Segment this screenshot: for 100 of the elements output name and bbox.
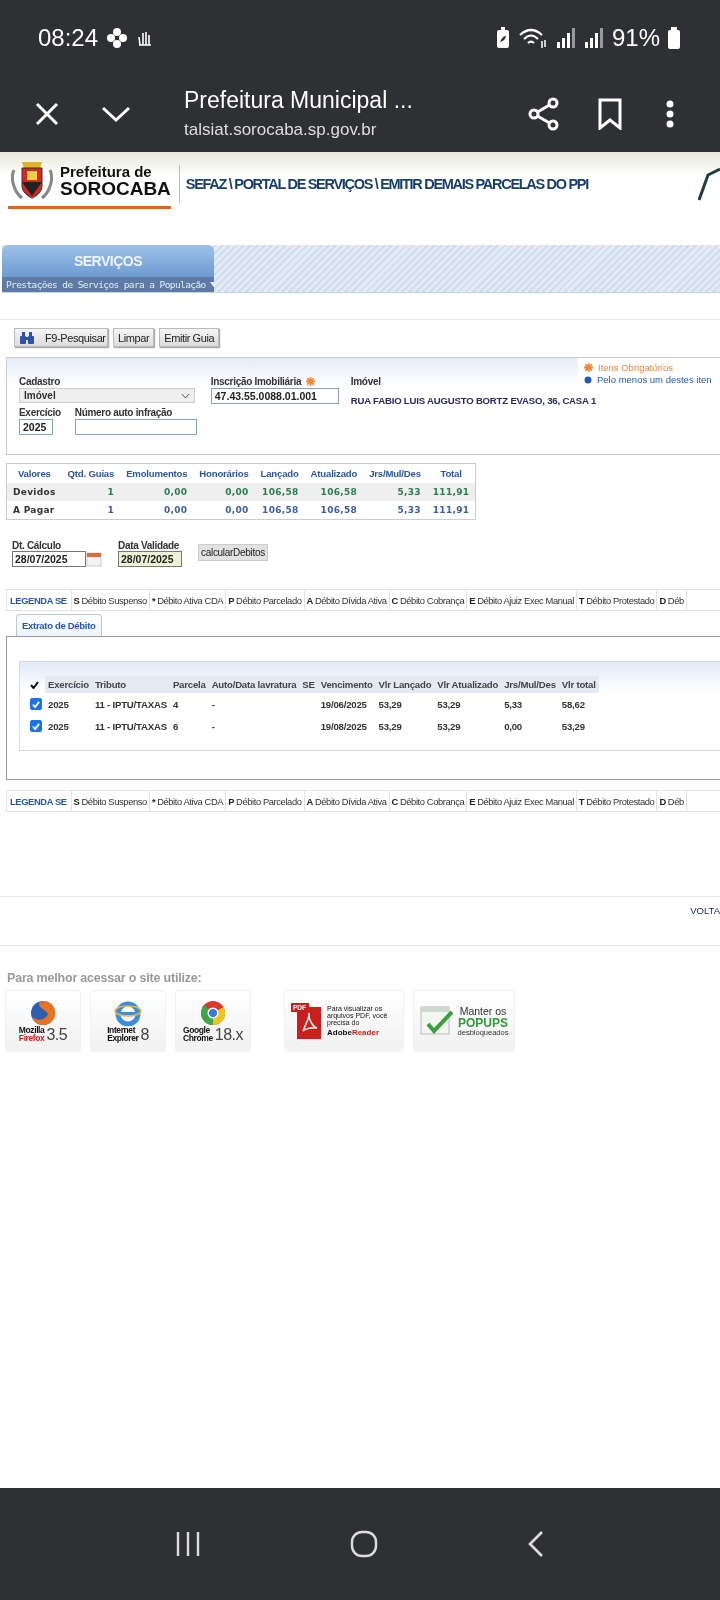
row-checkbox[interactable] — [30, 720, 42, 732]
legend-code: E — [469, 795, 476, 807]
recent-apps-button[interactable] — [174, 1531, 201, 1557]
date-field[interactable]: 28/07/2025 — [118, 551, 182, 567]
column-header: Lançado — [254, 463, 305, 483]
table-cell: 2025 — [48, 720, 69, 732]
inscricao-field[interactable]: 47.43.55.0088.01.001 — [210, 388, 339, 404]
table-cell: 53,29 — [437, 698, 461, 710]
legend-text: Débito Parcelado — [236, 795, 302, 807]
table-cell: 5,33 — [504, 698, 522, 710]
legend-code: P — [228, 594, 234, 606]
version-text: 3.5 — [46, 1026, 68, 1043]
table-cell: 4 — [172, 698, 178, 710]
close-button[interactable] — [34, 100, 60, 127]
signal-icon — [555, 27, 576, 48]
home-button[interactable] — [350, 1530, 378, 1558]
table-cell: 19/06/2025 — [320, 698, 367, 710]
column-header: Tributo — [91, 676, 170, 693]
column-header: Valores — [6, 463, 62, 483]
toolbar-button[interactable]: Emitir Guia — [159, 328, 220, 347]
table-cell: - — [211, 698, 215, 710]
exercicio-field[interactable]: 2025 — [19, 419, 53, 435]
more-icon — [666, 99, 674, 128]
column-header: Vlr Atualizado — [434, 676, 502, 693]
tab[interactable]: Extrato de Débito — [16, 614, 102, 636]
more-button[interactable] — [666, 99, 674, 128]
table-cell: 58,62 — [561, 698, 585, 710]
column-header: Vencimento — [317, 676, 376, 693]
globe-fox-icon — [30, 999, 56, 1026]
badge-text: Google — [183, 1025, 210, 1034]
recent-apps-icon — [174, 1531, 201, 1557]
search-button[interactable]: F9-Pesquisar — [14, 328, 108, 347]
column-header: Vlr Lançado — [375, 676, 435, 693]
table-cell: 0,00 — [120, 501, 194, 520]
table-cell: 111,91 — [426, 483, 476, 501]
legend-text: Débito Ativa CDA — [157, 795, 224, 807]
legend-code: S — [73, 594, 80, 606]
legend-text: Débito Ajuiz Exec Manual — [477, 795, 574, 807]
table-cell: 106,58 — [304, 483, 364, 501]
signal-icon — [583, 27, 604, 48]
calendar-icon — [86, 551, 102, 567]
badge-text: Explorer — [107, 1034, 139, 1043]
table-cell: 5,33 — [363, 501, 427, 520]
field-label: Número auto infração — [74, 407, 174, 418]
date-field[interactable]: 28/07/2025 — [12, 551, 86, 567]
table-cell: 106,58 — [304, 501, 364, 520]
home-icon — [350, 1530, 378, 1558]
back-link[interactable]: VOLTA — [690, 905, 720, 945]
table-cell: 106,58 — [254, 483, 305, 501]
legend-code: * — [151, 795, 156, 807]
table-cell: 19/08/2025 — [320, 720, 367, 732]
dot-icon — [584, 375, 592, 384]
badge-text: POPUPS — [458, 1016, 508, 1029]
legend-text: Débito Dívida Ativa — [314, 795, 387, 807]
check-icon — [32, 722, 40, 730]
row-label: Devidos — [6, 483, 62, 501]
table-cell: 106,58 — [254, 501, 305, 520]
logo-text: Prefeitura de — [60, 164, 153, 179]
row-label: A Pagar — [6, 501, 62, 520]
cadastro-dropdown[interactable]: Imóvel — [19, 388, 195, 403]
caret-icon — [209, 282, 214, 287]
legend-code: D — [659, 594, 666, 606]
back-button[interactable] — [527, 1530, 546, 1558]
auto-infracao-field[interactable] — [74, 419, 197, 435]
column-header: Parcela — [169, 676, 209, 693]
table-cell: 0,00 — [193, 483, 255, 501]
share-button[interactable] — [528, 96, 560, 131]
logo-text: SOROCABA — [60, 179, 171, 198]
table-cell: 0,00 — [193, 501, 255, 520]
legend-text: Débito Cobrança — [399, 795, 465, 807]
toolbar-button[interactable]: Limpar — [113, 328, 155, 347]
asterisk-icon — [584, 363, 593, 372]
legend-text: Débito Protestado — [586, 594, 655, 606]
table-cell: 1 — [61, 501, 121, 520]
field-label: Cadastro — [19, 376, 61, 387]
legend-code: S — [73, 795, 80, 807]
table-cell: 5,33 — [363, 483, 427, 501]
column-header: Auto/Data lavratura — [208, 676, 300, 693]
column-header: Emolumentos — [120, 463, 194, 483]
field-label: Inscrição Imobiliária — [210, 376, 302, 387]
calculate-button[interactable]: calcularDebitos — [198, 544, 268, 561]
legend-code: A — [306, 795, 313, 807]
legend-title: LEGENDA SE — [7, 791, 72, 811]
bookmark-button[interactable] — [598, 97, 622, 130]
row-checkbox[interactable] — [30, 698, 42, 710]
badge-text: Reader — [351, 1028, 379, 1038]
field-label: Dt. Cálculo — [12, 540, 62, 551]
bookmark-icon — [598, 97, 622, 130]
calendar-button[interactable] — [86, 551, 102, 567]
table-cell: 11 - IPTU/TAXAS — [94, 720, 167, 732]
table-cell: 2025 — [48, 698, 69, 710]
flower-icon — [106, 26, 129, 49]
legend-title: LEGENDA SE — [7, 590, 72, 610]
services-dropdown[interactable]: Prestações de Serviços para a População — [2, 277, 214, 292]
column-header: Vlr total — [558, 676, 599, 693]
legend-text: Débito Suspenso — [81, 795, 147, 807]
letter-e-icon — [114, 999, 142, 1026]
badge-text: Manter os — [459, 1006, 507, 1017]
window-check-icon — [419, 1006, 454, 1036]
table-cell: 0,00 — [120, 483, 194, 501]
